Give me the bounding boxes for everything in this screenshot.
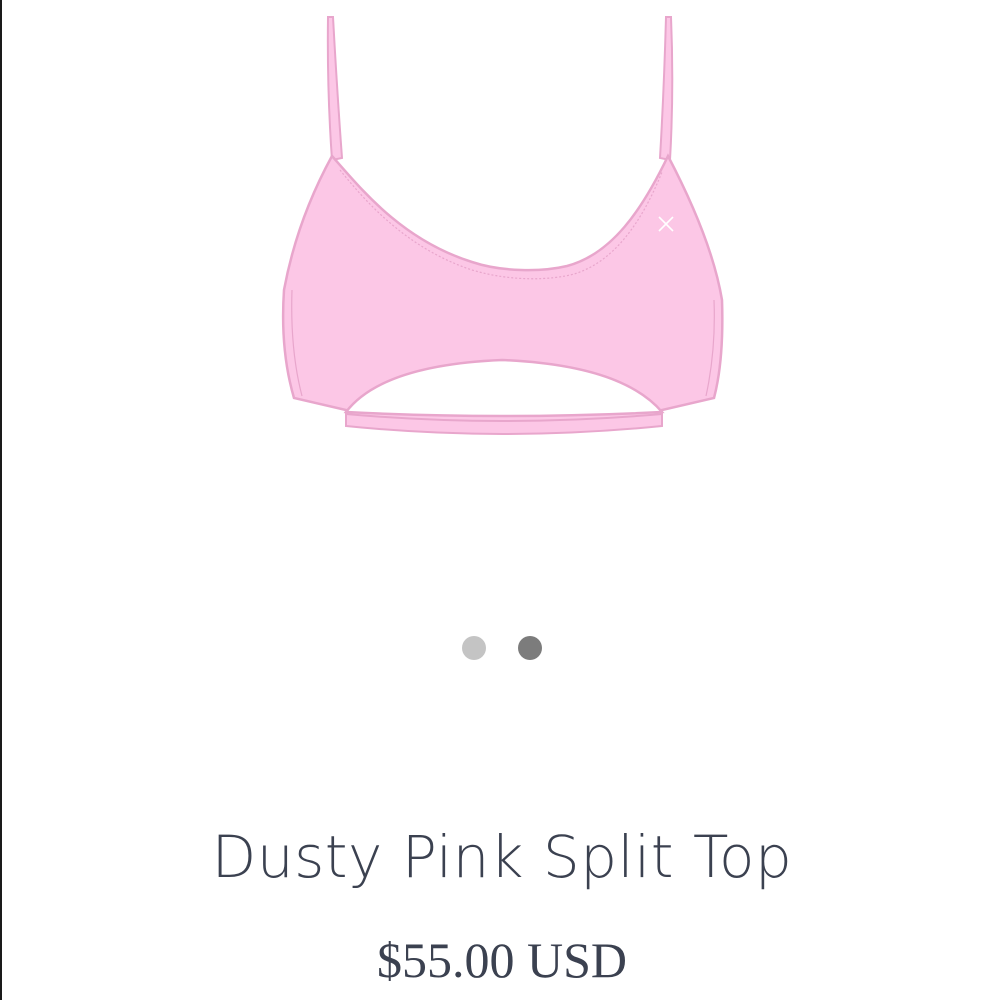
- carousel-dot-1[interactable]: [462, 636, 486, 660]
- product-page: Dusty Pink Split Top $55.00 USD: [0, 0, 1000, 1000]
- product-title: Dusty Pink Split Top: [211, 823, 793, 891]
- product-price: $55.00 USD: [376, 932, 628, 988]
- right-strap: [658, 16, 674, 162]
- product-image[interactable]: [2, 0, 1000, 600]
- carousel-dots: [462, 636, 542, 660]
- left-strap: [326, 16, 344, 162]
- carousel-dot-2[interactable]: [518, 636, 542, 660]
- bikini-top-illustration: [281, 16, 724, 435]
